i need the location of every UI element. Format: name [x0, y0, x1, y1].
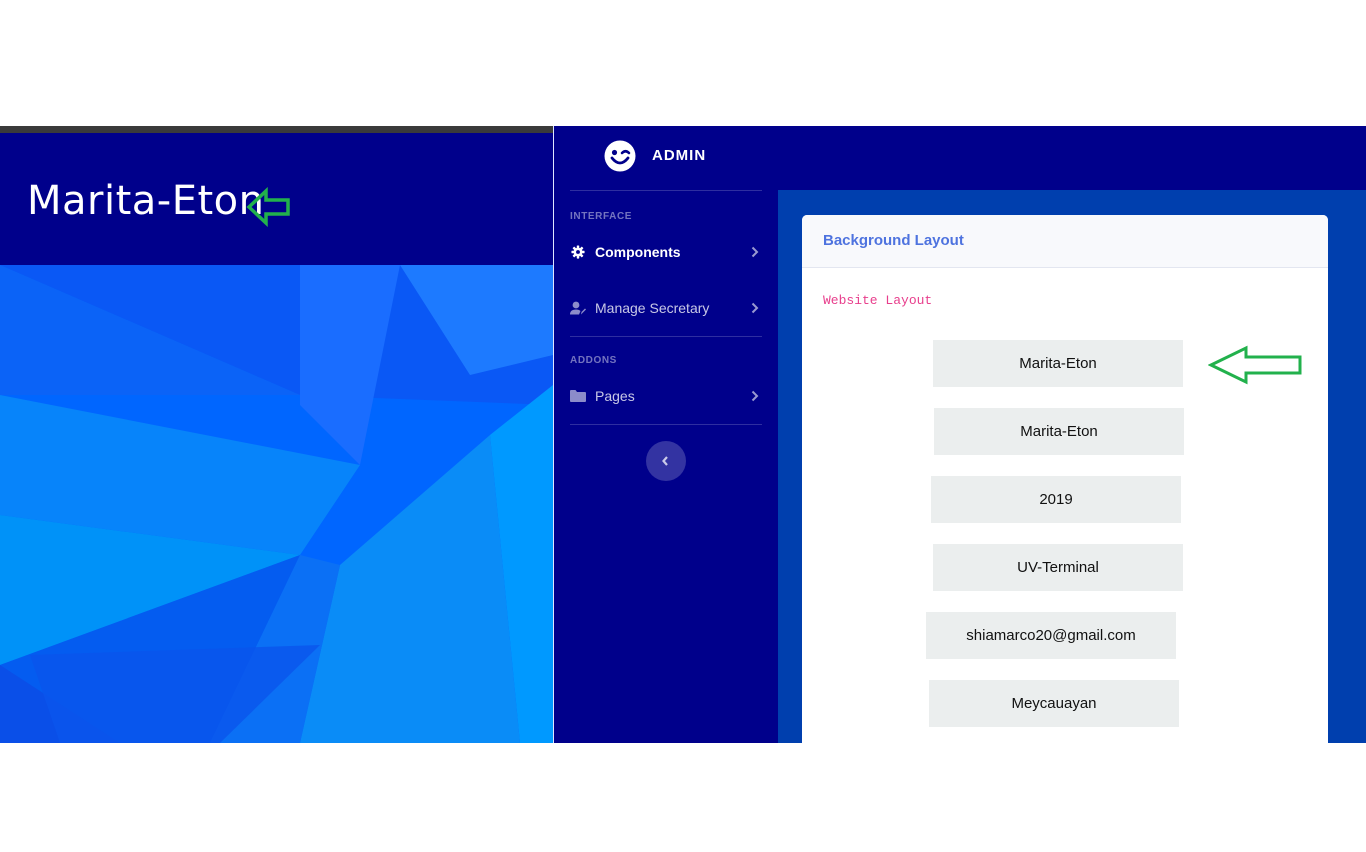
main-content: Background Layout Website Layout Marita-… [778, 190, 1366, 743]
website-preview: Marita-Eton [0, 126, 553, 743]
brand-text: ADMIN [652, 147, 707, 164]
sidebar-item-label: Pages [595, 388, 635, 404]
sidebar-item-label: Manage Secretary [595, 300, 710, 316]
admin-sidebar: ADMIN INTERFACE Components Manage Secret… [554, 126, 778, 743]
site-title-field[interactable]: Marita-Eton [933, 340, 1183, 387]
topbar [778, 126, 1366, 190]
preview-topbar [0, 126, 553, 133]
name-field[interactable]: Marita-Eton [934, 408, 1184, 455]
sidebar-item-manage-secretary[interactable]: Manage Secretary [570, 293, 762, 323]
sidebar-divider [570, 336, 762, 337]
user-edit-icon [570, 301, 586, 315]
sidebar-divider [570, 424, 762, 425]
chevron-right-icon [751, 302, 759, 314]
gear-icon [571, 245, 585, 259]
year-field[interactable]: 2019 [931, 476, 1181, 523]
sidebar-item-pages[interactable]: Pages [570, 381, 762, 411]
background-layout-card: Background Layout Website Layout Marita-… [802, 215, 1328, 743]
sidebar-heading-interface: INTERFACE [570, 211, 633, 222]
chevron-right-icon [751, 390, 759, 402]
website-layout-label: Website Layout [823, 293, 933, 308]
sidebar-heading-addons: ADDONS [570, 355, 617, 366]
screenshot-area: Marita-Eton ADMIN INTERFACE Components M… [0, 126, 1366, 743]
sidebar-divider [570, 190, 762, 191]
location-field[interactable]: Meycauayan [929, 680, 1179, 727]
folder-icon [570, 390, 586, 402]
chevron-right-icon [751, 246, 759, 258]
preview-site-title: Marita-Eton [27, 178, 265, 224]
green-arrow-left-icon [246, 187, 290, 227]
preview-header: Marita-Eton [0, 133, 553, 265]
terminal-field[interactable]: UV-Terminal [933, 544, 1183, 591]
sidebar-item-label: Components [595, 244, 681, 260]
card-title: Background Layout [823, 232, 964, 249]
sidebar-brand[interactable]: ADMIN [554, 126, 778, 190]
chevron-left-icon [662, 456, 668, 466]
preview-background-pattern [0, 265, 553, 743]
email-field[interactable]: shiamarco20@gmail.com [926, 612, 1176, 659]
smile-wink-icon [604, 140, 636, 172]
card-header: Background Layout [802, 215, 1328, 268]
sidebar-toggle-button[interactable] [646, 441, 686, 481]
green-arrow-left-icon [1208, 345, 1302, 385]
sidebar-item-components[interactable]: Components [570, 237, 762, 267]
